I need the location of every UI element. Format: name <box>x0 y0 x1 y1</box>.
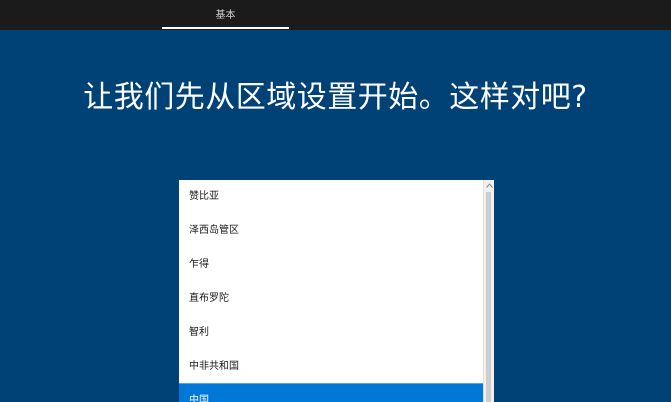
region-list: 赞比亚 泽西岛管区 乍得 直布罗陀 智利 中非共和国 中国 <box>179 180 484 402</box>
region-label: 直布罗陀 <box>189 293 229 304</box>
page-title: 让我们先从区域设置开始。这样对吧? <box>83 80 588 115</box>
tab-active-indicator <box>162 27 289 29</box>
region-list-item[interactable]: 赞比亚 <box>179 180 483 214</box>
region-label: 中国 <box>189 395 209 402</box>
region-list-item[interactable]: 泽西岛管区 <box>179 214 483 248</box>
region-listbox[interactable]: 赞比亚 泽西岛管区 乍得 直布罗陀 智利 中非共和国 中国 <box>179 180 494 402</box>
region-label: 赞比亚 <box>189 191 219 202</box>
region-label: 乍得 <box>189 259 209 270</box>
region-label: 智利 <box>189 327 209 338</box>
region-list-item[interactable]: 中非共和国 <box>179 350 483 384</box>
region-list-item[interactable]: 直布罗陀 <box>179 282 483 316</box>
region-label: 泽西岛管区 <box>189 225 239 236</box>
scroll-up-arrow-icon[interactable] <box>484 180 494 190</box>
region-list-item-selected[interactable]: 中国 <box>179 383 484 402</box>
top-bar: 基本 <box>0 0 671 30</box>
region-list-item[interactable]: 乍得 <box>179 248 483 282</box>
region-label: 中非共和国 <box>189 361 239 372</box>
region-list-item[interactable]: 智利 <box>179 316 483 350</box>
list-scrollbar[interactable] <box>483 180 494 402</box>
scrollbar-thumb[interactable] <box>486 192 491 402</box>
tab-basics[interactable]: 基本 <box>162 0 289 30</box>
